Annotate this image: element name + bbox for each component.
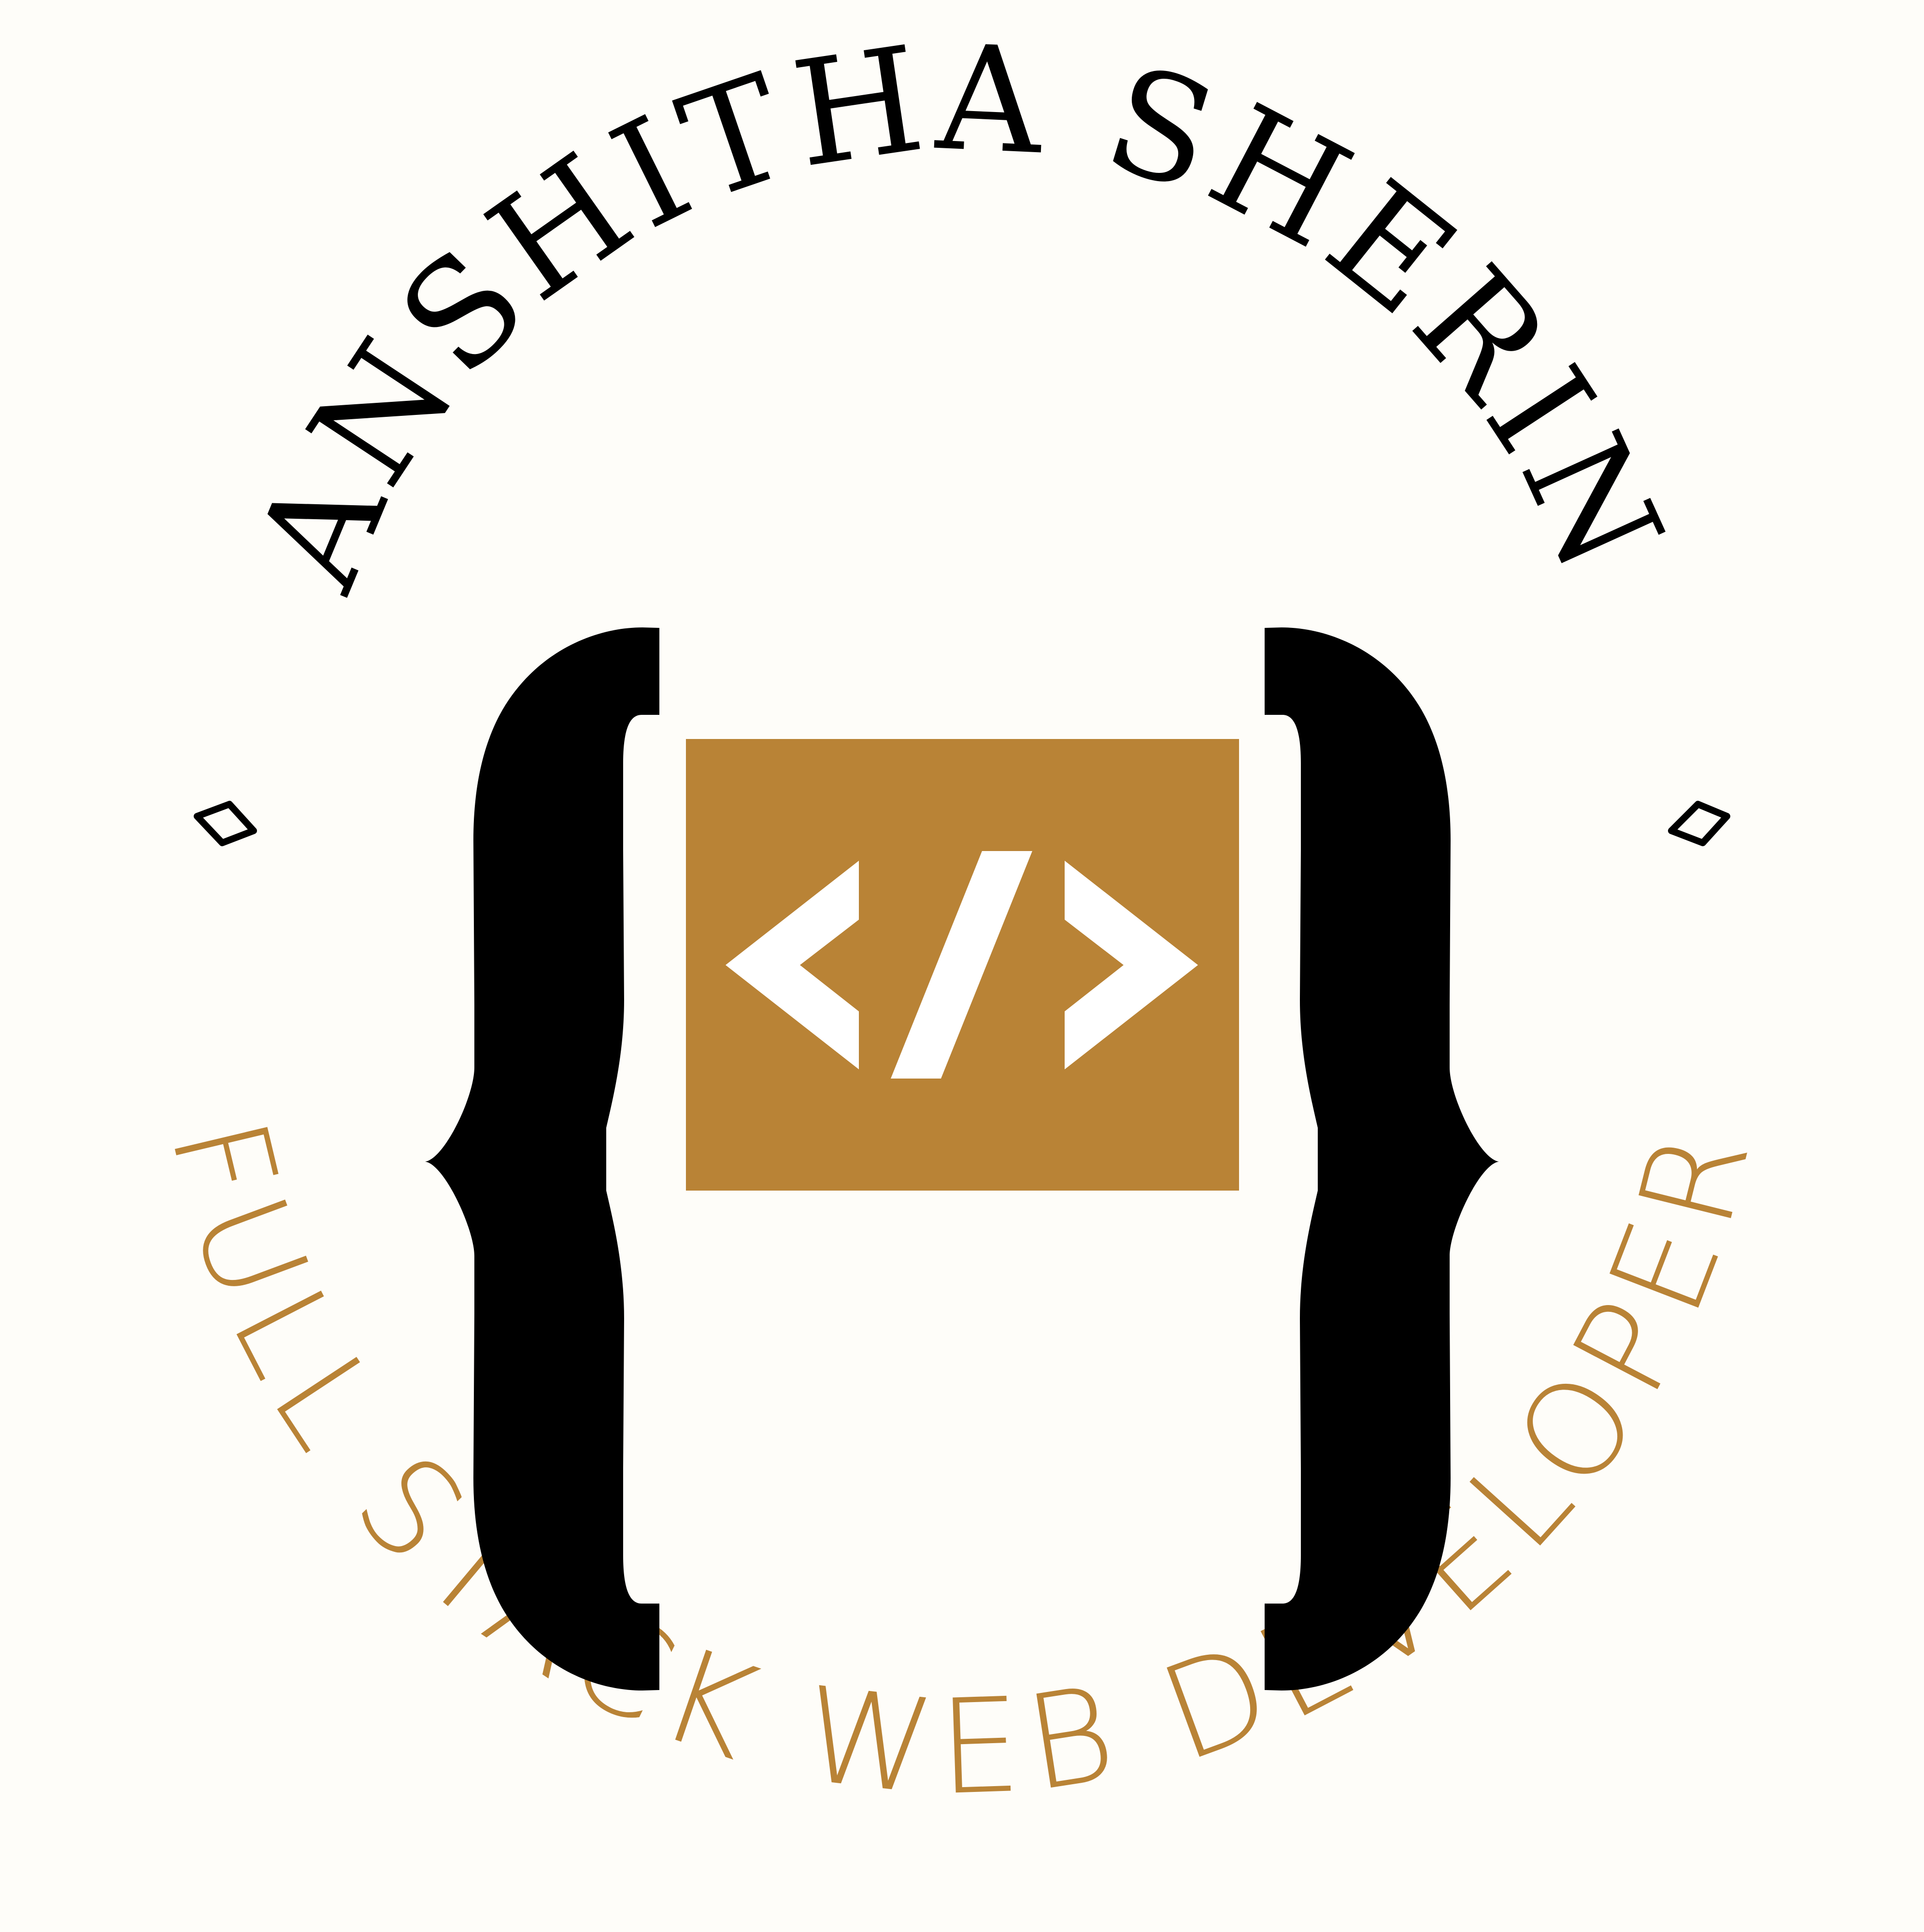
diamond-icon-right: [1668, 801, 1730, 846]
logo-canvas: ANSHITHA SHERIN FULL STACK WEB DEVELOPER: [0, 0, 1924, 1932]
role-text: FULL STACK WEB DEVELOPER: [141, 1104, 1769, 1825]
name-arc-text: ANSHITHA SHERIN: [223, 14, 1697, 612]
role-arc-text: FULL STACK WEB DEVELOPER: [141, 1104, 1782, 1825]
name-text: ANSHITHA SHERIN: [223, 14, 1691, 612]
diamond-icon-left: [194, 801, 257, 846]
logo-badge: ANSHITHA SHERIN FULL STACK WEB DEVELOPER: [141, 14, 1782, 1826]
code-tag-icon: [686, 739, 1239, 1191]
